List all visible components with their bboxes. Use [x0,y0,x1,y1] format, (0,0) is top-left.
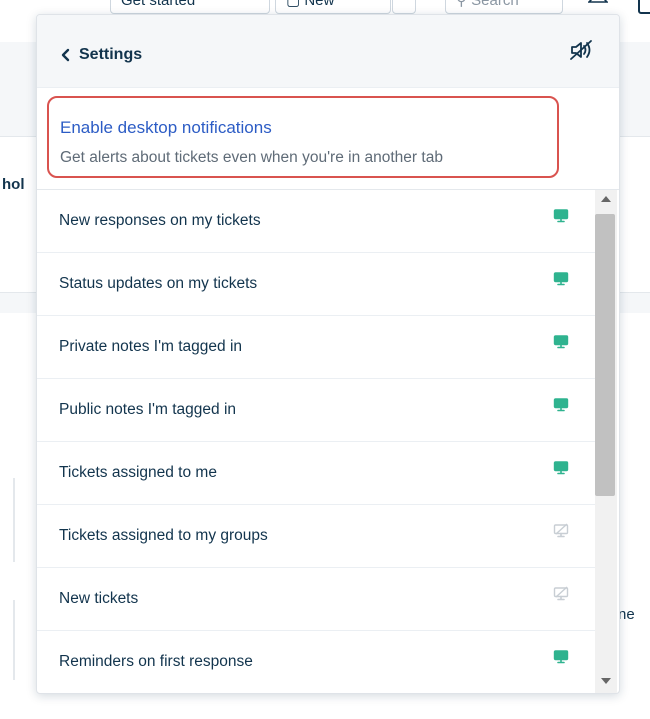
scroll-thumb[interactable] [595,214,615,496]
enable-notifications-description: Get alerts about tickets even when you'r… [60,149,443,166]
chevron-left-icon [61,48,70,62]
notification-row-label: Status updates on my tickets [59,275,258,292]
new-button[interactable]: ▢ New [275,0,391,14]
notification-row[interactable]: Reminders on first response [37,631,595,693]
search-icon: ⚲ [456,0,472,9]
get-started-button[interactable]: Get started [110,0,270,14]
scroll-up-arrow[interactable] [601,196,611,202]
notification-row[interactable]: New tickets [37,568,595,631]
desktop-notification-off-icon[interactable] [553,523,569,539]
timeline-line [13,478,15,562]
desktop-notification-on-icon[interactable] [553,334,569,350]
apps-icon[interactable] [638,0,650,14]
enable-desktop-notifications[interactable]: Enable desktop notifications Get alerts … [47,96,559,178]
partial-heading: hol [2,176,25,193]
timeline-line [13,600,15,680]
desktop-notification-on-icon[interactable] [553,460,569,476]
panel-header: Settings [37,15,619,88]
enable-notifications-link[interactable]: Enable desktop notifications [60,118,272,138]
scroll-down-arrow[interactable] [601,678,611,684]
desktop-notification-on-icon[interactable] [553,649,569,665]
new-doc-icon: ▢ [286,0,305,9]
notification-settings-panel: Settings Enable desktop notifications Ge… [36,14,620,694]
desktop-notification-on-icon[interactable] [553,271,569,287]
desktop-notification-off-icon[interactable] [553,586,569,602]
notification-row[interactable]: Status updates on my tickets [37,253,595,316]
notification-row-label: Reminders on first response [59,653,253,670]
back-to-settings-button[interactable]: Settings [59,43,142,67]
notification-row-label: Tickets assigned to me [59,464,217,481]
desktop-notification-on-icon[interactable] [553,208,569,224]
search-button[interactable]: ⚲ Search [445,0,563,14]
notification-row-label: Tickets assigned to my groups [59,527,268,544]
scrollbar[interactable] [595,190,617,693]
partial-text-right: ne [618,606,635,623]
notification-row-label: New responses on my tickets [59,212,261,229]
notification-list: New responses on my tickets Status update… [37,189,619,693]
desktop-notification-on-icon[interactable] [553,397,569,413]
speaker-muted-icon[interactable] [569,39,595,61]
back-label: Settings [79,46,143,63]
notification-row-label: Public notes I'm tagged in [59,401,237,418]
notification-row[interactable]: Tickets assigned to me [37,442,595,505]
notification-row[interactable]: Tickets assigned to my groups [37,505,595,568]
notification-row[interactable]: Private notes I'm tagged in [37,316,595,379]
notification-row[interactable]: Public notes I'm tagged in [37,379,595,442]
notification-row-label: Private notes I'm tagged in [59,338,243,355]
notification-row-label: New tickets [59,590,139,607]
bell-icon[interactable] [587,0,609,12]
notification-row[interactable]: New responses on my tickets [37,190,595,253]
new-dropdown-button[interactable] [392,0,416,14]
